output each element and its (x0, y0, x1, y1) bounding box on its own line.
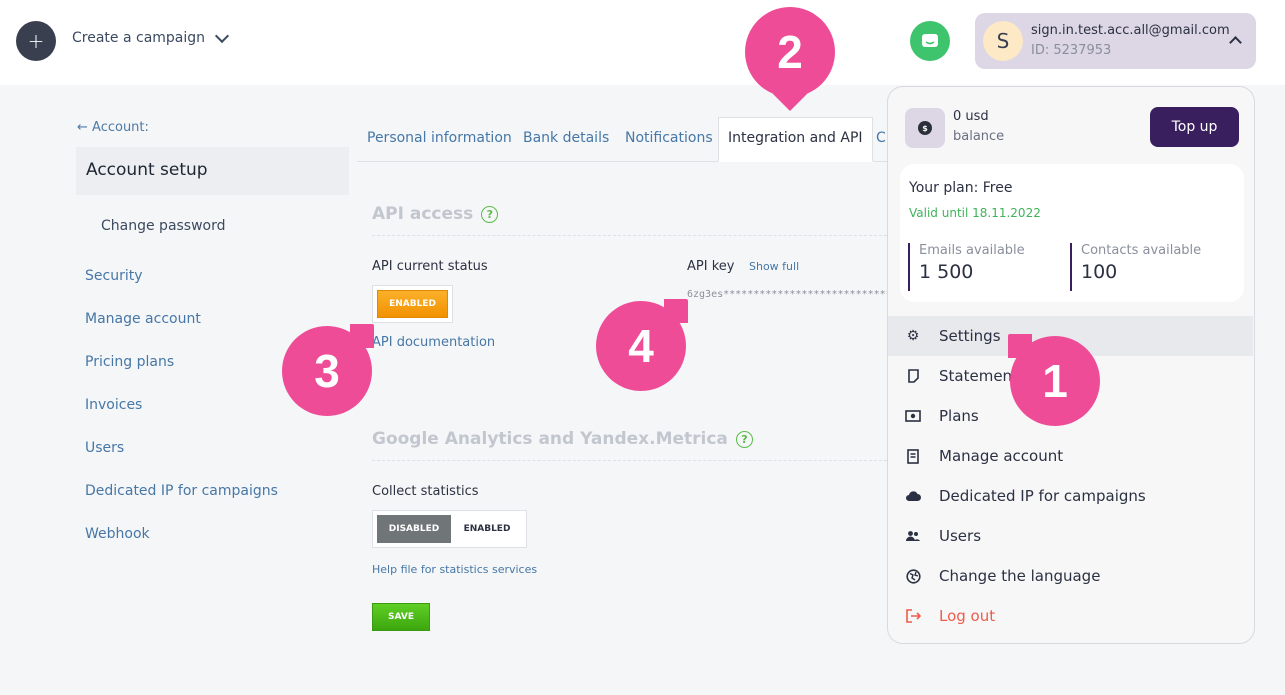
money-icon (905, 408, 921, 424)
callout-marker-1: 1 (1008, 334, 1100, 426)
contacts-available: Contacts available 100 (1070, 243, 1201, 291)
plus-icon: + (27, 29, 45, 53)
menu-item-label: Manage account (939, 447, 1064, 465)
callout-marker-2: 2 (745, 7, 835, 111)
contacts-available-value: 100 (1081, 261, 1118, 283)
globe-icon (905, 568, 921, 584)
menu-item-log-out[interactable]: Log out (888, 596, 1253, 636)
api-key-value: 6zg3es******************************* (687, 289, 887, 300)
menu-item-label: Change the language (939, 567, 1101, 585)
chevron-up-icon (1229, 36, 1242, 49)
plan-valid-until: Valid until 18.11.2022 (909, 206, 1041, 220)
chat-button[interactable] (910, 21, 950, 61)
api-key-label: API key (687, 259, 735, 274)
menu-item-dedicated-ip[interactable]: Dedicated IP for campaigns (888, 476, 1253, 516)
user-email: sign.in.test.acc.all@gmail.com (1031, 23, 1230, 38)
divider (372, 235, 887, 236)
collect-statistics-label: Collect statistics (372, 484, 479, 499)
emails-available: Emails available 1 500 (908, 243, 1025, 291)
users-icon (905, 528, 921, 544)
disabled-option[interactable]: DISABLED (377, 515, 451, 543)
menu-item-label: Users (939, 527, 982, 545)
book-icon (905, 448, 921, 464)
api-access-heading: API access ? (372, 204, 499, 224)
sidebar-item-security[interactable]: Security (85, 268, 143, 284)
contacts-available-label: Contacts available (1081, 243, 1202, 258)
tab-integration-and-api[interactable]: Integration and API (718, 117, 873, 162)
chevron-down-icon (214, 28, 230, 43)
balance-label: balance (953, 129, 1005, 144)
help-icon[interactable]: ? (735, 430, 753, 448)
collect-statistics-toggle: DISABLED ENABLED (372, 510, 527, 548)
tab-personal-information[interactable]: Personal information (367, 117, 512, 162)
menu-item-manage-account[interactable]: Manage account (888, 436, 1253, 476)
user-id: ID: 5237953 (1031, 43, 1112, 58)
create-campaign-dropdown[interactable]: Create a campaign (72, 28, 230, 46)
top-bar: + Create a campaign S sign.in.test.acc.a… (0, 0, 1285, 85)
api-status-label: API current status (372, 259, 488, 274)
top-up-button[interactable]: Top up (1150, 107, 1239, 147)
logout-icon (905, 608, 921, 624)
back-to-account-link[interactable]: ← Account: (77, 120, 149, 135)
balance-icon: $ (905, 108, 945, 148)
sidebar-item-dedicated-ip[interactable]: Dedicated IP for campaigns (85, 483, 278, 499)
menu-item-label: Log out (939, 607, 996, 625)
user-menu-toggle[interactable]: S sign.in.test.acc.all@gmail.com ID: 523… (975, 13, 1256, 69)
callout-marker-3: 3 (282, 324, 374, 416)
plan-title: Your plan: Free (909, 180, 1013, 196)
sidebar-item-account-setup[interactable]: Account setup (76, 147, 349, 195)
sidebar-item-webhook[interactable]: Webhook (85, 526, 150, 542)
sidebar-item-manage-account[interactable]: Manage account (85, 311, 201, 327)
sidebar-item-users[interactable]: Users (85, 440, 124, 456)
analytics-heading: Google Analytics and Yandex.Metrica ? (372, 429, 753, 449)
gear-icon: ⚙ (906, 328, 920, 344)
emails-available-label: Emails available (919, 243, 1025, 258)
add-button[interactable]: + (16, 21, 56, 61)
document-icon (905, 368, 921, 384)
avatar: S (983, 21, 1023, 61)
menu-item-users[interactable]: Users (888, 516, 1253, 556)
chat-icon (922, 34, 938, 47)
help-icon[interactable]: ? (481, 205, 499, 223)
help-file-link[interactable]: Help file for statistics services (372, 563, 537, 576)
settings-tabs: Personal information Bank details Notifi… (357, 117, 887, 162)
callout-marker-4: 4 (596, 299, 688, 391)
menu-item-change-language[interactable]: Change the language (888, 556, 1253, 596)
enabled-option[interactable]: ENABLED (451, 515, 523, 543)
divider (372, 460, 887, 461)
tab-bank-details[interactable]: Bank details (523, 117, 609, 162)
show-full-key-link[interactable]: Show full (749, 260, 799, 273)
api-status-frame: ENABLED (372, 285, 453, 323)
create-campaign-label: Create a campaign (72, 30, 206, 46)
plan-card: Your plan: Free Valid until 18.11.2022 E… (900, 164, 1244, 302)
sidebar-item-change-password[interactable]: Change password (101, 218, 226, 234)
save-button[interactable]: SAVE (372, 603, 430, 631)
tab-more[interactable]: C (876, 117, 886, 162)
api-enabled-button[interactable]: ENABLED (377, 290, 448, 318)
cloud-icon (905, 488, 921, 504)
emails-available-value: 1 500 (919, 261, 974, 283)
sidebar-item-invoices[interactable]: Invoices (85, 397, 142, 413)
tab-notifications[interactable]: Notifications (625, 117, 713, 162)
menu-item-label: Dedicated IP for campaigns (939, 487, 1146, 505)
menu-item-label: Plans (939, 407, 979, 425)
api-access-title: API access (372, 204, 474, 224)
sidebar-item-pricing-plans[interactable]: Pricing plans (85, 354, 174, 370)
api-documentation-link[interactable]: API documentation (372, 335, 495, 350)
balance-amount: 0 usd (953, 109, 989, 124)
analytics-title: Google Analytics and Yandex.Metrica (372, 429, 728, 449)
menu-item-label: Settings (939, 327, 1001, 345)
